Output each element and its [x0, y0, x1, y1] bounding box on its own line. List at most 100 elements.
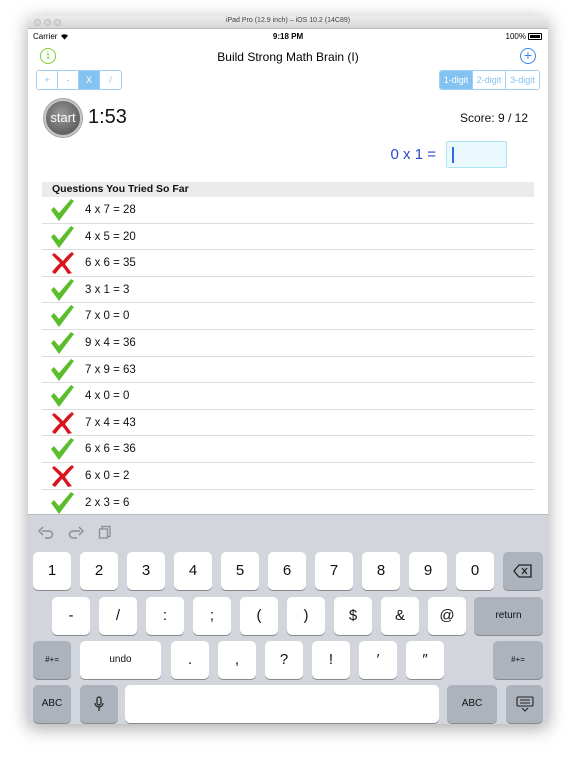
- history-item-text: 9 x 4 = 36: [85, 336, 136, 349]
- history-item-text: 2 x 3 = 6: [85, 496, 130, 509]
- add-icon[interactable]: +: [520, 48, 536, 64]
- checkmark-icon: [51, 199, 74, 221]
- key-3[interactable]: 3: [127, 552, 165, 590]
- cross-icon: [52, 464, 74, 487]
- checkmark-icon: [51, 225, 74, 248]
- paste-icon[interactable]: [98, 525, 112, 539]
- history-item-text: 7 x 9 = 63: [85, 363, 136, 376]
- key-5[interactable]: 5: [221, 552, 259, 590]
- key-4[interactable]: 4: [174, 552, 212, 590]
- space-key[interactable]: [125, 685, 439, 723]
- history-row: 4 x 0 = 0: [42, 383, 534, 410]
- key-punct-0[interactable]: .: [171, 641, 209, 679]
- answer-input[interactable]: [446, 141, 507, 168]
- question-text: 0 x 1 =: [390, 146, 436, 163]
- operation-add[interactable]: +: [37, 71, 58, 89]
- undo-icon[interactable]: [38, 525, 54, 539]
- history-list: 4 x 7 = 28 4 x 5 = 20 6 x 6 = 35 3 x 1 = 3 7…: [42, 197, 534, 517]
- status-bar: Carrier 9:18 PM 100%: [28, 29, 548, 43]
- timer-display: 1:53: [88, 106, 127, 128]
- key-punct-1[interactable]: ,: [218, 641, 256, 679]
- abc-key-left[interactable]: ABC: [33, 685, 71, 723]
- battery-icon: [528, 33, 542, 41]
- history-item-text: 7 x 4 = 43: [85, 416, 136, 429]
- checkmark-icon: [51, 358, 74, 381]
- key-symbol-2[interactable]: :: [146, 597, 184, 635]
- key-1[interactable]: 1: [33, 552, 71, 590]
- key-punct-3[interactable]: !: [312, 641, 350, 679]
- history-row: 2 x 3 = 6: [42, 490, 534, 517]
- history-row: 4 x 7 = 28: [42, 197, 534, 224]
- abc-key-right[interactable]: ABC: [447, 685, 497, 723]
- key-symbol-1[interactable]: /: [99, 597, 137, 635]
- battery-indicator: 100%: [506, 32, 542, 41]
- digit-selector: 1-digit 2-digit 3-digit: [439, 70, 540, 90]
- digits-1[interactable]: 1-digit: [440, 71, 473, 89]
- microphone-icon: [94, 696, 104, 712]
- checkmark-icon: [51, 331, 74, 354]
- checkmark-icon: [51, 438, 74, 461]
- operation-selector: + - X /: [36, 70, 122, 90]
- key-0[interactable]: 0: [456, 552, 494, 590]
- hide-keyboard-key[interactable]: [506, 685, 543, 723]
- key-symbol-5[interactable]: ): [287, 597, 325, 635]
- return-key[interactable]: return: [474, 597, 543, 635]
- history-item-text: 6 x 6 = 36: [85, 443, 136, 456]
- start-button[interactable]: start: [44, 99, 82, 137]
- score-display: Score: 9 / 12: [459, 111, 528, 125]
- checkmark-icon: [51, 305, 74, 328]
- history-row: 3 x 1 = 3: [42, 277, 534, 304]
- symbols-key-left[interactable]: #+=: [33, 641, 71, 679]
- history-header: Questions You Tried So Far: [42, 182, 534, 197]
- delete-key[interactable]: [503, 552, 543, 590]
- keyboard-shortcut-bar: [38, 525, 112, 541]
- history-row: 6 x 6 = 36: [42, 436, 534, 463]
- history-item-text: 4 x 0 = 0: [85, 390, 130, 403]
- cross-icon: [52, 411, 74, 434]
- digits-2[interactable]: 2-digit: [473, 71, 506, 89]
- key-symbol-3[interactable]: ;: [193, 597, 231, 635]
- key-9[interactable]: 9: [409, 552, 447, 590]
- history-row: 4 x 5 = 20: [42, 224, 534, 251]
- key-punct-4[interactable]: ′: [359, 641, 397, 679]
- key-symbol-6[interactable]: $: [334, 597, 372, 635]
- simulator-window: iPad Pro (12.9 inch) – iOS 10.2 (14C89) …: [28, 16, 548, 724]
- clock: 9:18 PM: [272, 32, 304, 41]
- key-6[interactable]: 6: [268, 552, 306, 590]
- history-item-text: 6 x 6 = 35: [85, 257, 136, 270]
- operation-multiply[interactable]: X: [79, 71, 100, 89]
- digits-3[interactable]: 3-digit: [506, 71, 539, 89]
- key-symbol-7[interactable]: &: [381, 597, 419, 635]
- history-item-text: 3 x 1 = 3: [85, 283, 130, 296]
- dictation-key[interactable]: [80, 685, 118, 723]
- key-symbol-8[interactable]: @: [428, 597, 466, 635]
- window-titlebar: iPad Pro (12.9 inch) – iOS 10.2 (14C89): [28, 16, 548, 29]
- checkmark-icon: [51, 278, 74, 301]
- history-item-text: 4 x 7 = 28: [85, 204, 136, 216]
- undo-key[interactable]: undo: [80, 641, 161, 679]
- backspace-icon: [513, 564, 532, 578]
- page-title: Build Strong Math Brain (I): [217, 50, 359, 64]
- redo-icon[interactable]: [68, 525, 84, 539]
- key-symbol-0[interactable]: -: [52, 597, 90, 635]
- navigation-bar: i Build Strong Math Brain (I) +: [28, 43, 548, 71]
- history-row: 6 x 0 = 2: [42, 463, 534, 490]
- checkmark-icon: [51, 385, 74, 408]
- key-punct-2[interactable]: ?: [265, 641, 303, 679]
- history-row: 7 x 4 = 43: [42, 410, 534, 437]
- key-8[interactable]: 8: [362, 552, 400, 590]
- history-row: 7 x 0 = 0: [42, 303, 534, 330]
- history-item-text: 4 x 5 = 20: [85, 230, 136, 243]
- history-item-text: 6 x 0 = 2: [85, 469, 130, 482]
- history-row: 6 x 6 = 35: [42, 250, 534, 277]
- key-punct-5[interactable]: ″: [406, 641, 444, 679]
- history-row: 9 x 4 = 36: [42, 330, 534, 357]
- operation-subtract[interactable]: -: [58, 71, 79, 89]
- key-2[interactable]: 2: [80, 552, 118, 590]
- keyboard-hide-icon: [515, 696, 534, 712]
- operation-divide[interactable]: /: [100, 71, 121, 89]
- key-symbol-4[interactable]: (: [240, 597, 278, 635]
- symbols-key-right[interactable]: #+=: [493, 641, 543, 679]
- checkmark-icon: [51, 491, 74, 514]
- key-7[interactable]: 7: [315, 552, 353, 590]
